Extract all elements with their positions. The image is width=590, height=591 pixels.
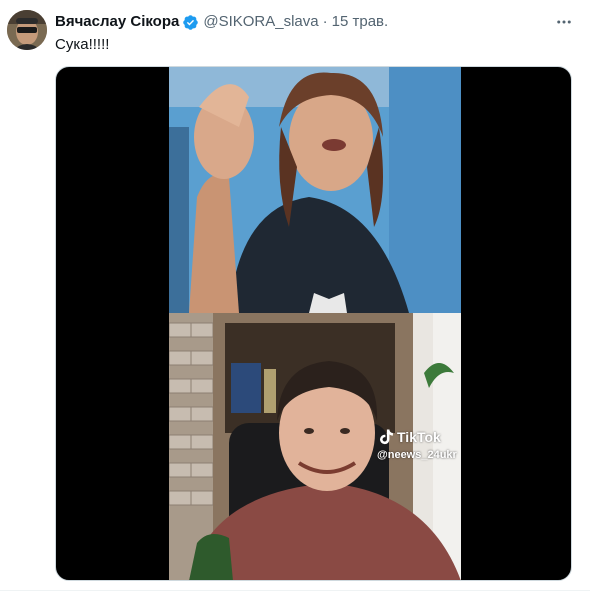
video-frame-woman <box>169 67 461 313</box>
display-name[interactable]: Вячаслау Сікора <box>55 12 179 32</box>
tiktok-watermark: TikTok <box>377 428 441 446</box>
tiktok-logo-icon <box>377 428 395 446</box>
avatar[interactable] <box>7 10 47 50</box>
user-handle[interactable]: @SIKORA_slava <box>203 12 318 32</box>
tiktok-brand-label: TikTok <box>397 429 441 445</box>
separator-dot: · <box>322 13 328 30</box>
tweet-date[interactable]: 15 трав. <box>332 12 389 32</box>
more-dots-icon[interactable] <box>552 10 576 34</box>
tweet-header: Вячаслау Сікора @SIKORA_slava · 15 трав. <box>55 12 388 32</box>
verified-badge-icon <box>182 14 199 31</box>
tweet[interactable]: Вячаслау Сікора @SIKORA_slava · 15 трав.… <box>0 0 590 591</box>
tweet-media-video[interactable]: TikTok @neews_24ukr <box>55 66 572 581</box>
tweet-text: Сука!!!!! <box>55 36 110 53</box>
video-frame-man: TikTok @neews_24ukr <box>169 313 461 580</box>
tiktok-handle: @neews_24ukr <box>377 449 457 461</box>
